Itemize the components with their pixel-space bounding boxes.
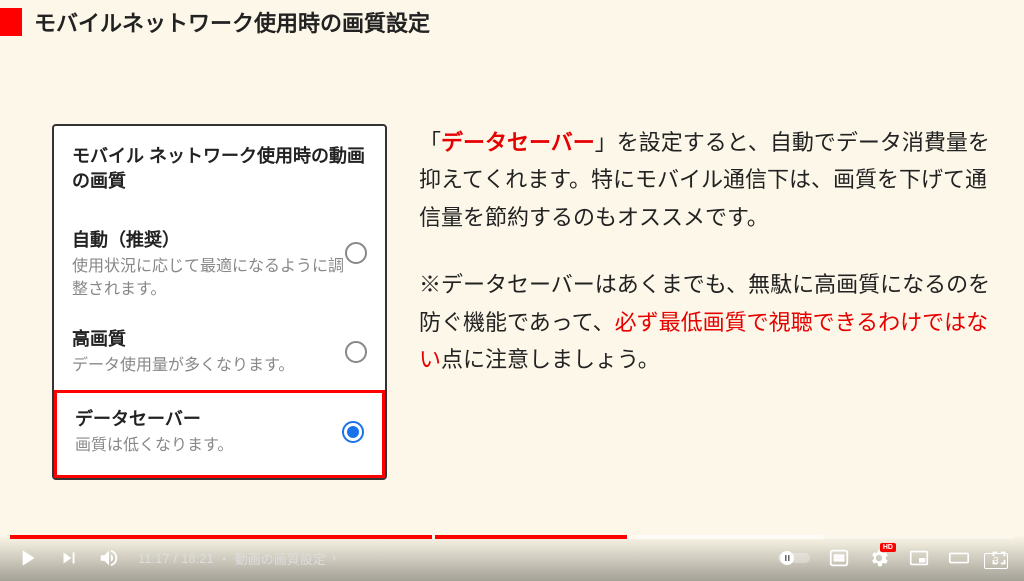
volume-icon	[98, 547, 120, 569]
option-title: 自動（推奨）	[72, 226, 345, 252]
header-accent-block	[0, 8, 22, 36]
chapter-marker	[823, 535, 826, 539]
settings-button[interactable]: HD	[868, 547, 890, 569]
chevron-right-icon	[328, 552, 340, 564]
option-desc: 画質は低くなります。	[75, 435, 342, 457]
chapter-marker	[432, 535, 435, 539]
phone-settings-panel: モバイル ネットワーク使用時の動画の画質 自動（推奨） 使用状況に応じて最適にな…	[52, 124, 387, 480]
hd-badge: HD	[880, 543, 896, 552]
option-title: 高画質	[72, 325, 345, 351]
volume-button[interactable]	[98, 547, 120, 569]
slide-header: モバイルネットワーク使用時の画質設定	[0, 0, 1024, 44]
chapter-title-link[interactable]: 動画の画質設定	[235, 549, 340, 568]
explanation-text: 「データセーバー」を設定すると、自動でデータ消費量を抑えてくれます。特にモバイル…	[419, 124, 1004, 480]
play-icon	[14, 545, 40, 571]
progress-bar[interactable]	[10, 535, 1014, 539]
option-title: データセーバー	[75, 405, 342, 431]
radio-unselected-icon[interactable]	[345, 341, 367, 363]
option-high-quality[interactable]: 高画質 データ使用量が多くなります。	[72, 313, 367, 389]
option-desc: データ使用量が多くなります。	[72, 355, 345, 377]
time-display: 11:17 / 18:21 ・ 動画の画質設定	[138, 549, 340, 568]
panel-title: モバイル ネットワーク使用時の動画の画質	[72, 144, 367, 194]
option-data-saver[interactable]: データセーバー 画質は低くなります。	[75, 405, 364, 457]
current-time: 11:17	[138, 551, 170, 566]
subtitles-icon	[828, 547, 850, 569]
miniplayer-button[interactable]	[908, 547, 930, 569]
subtitles-button[interactable]	[828, 547, 850, 569]
total-time: 18:21	[181, 551, 214, 566]
radio-selected-icon[interactable]	[342, 421, 364, 443]
chapter-marker	[632, 535, 635, 539]
next-icon	[58, 547, 80, 569]
playlist-count-badge[interactable]: 3	[984, 553, 1008, 569]
highlighted-option-box: データセーバー 画質は低くなります。	[54, 390, 385, 478]
content-area: モバイル ネットワーク使用時の動画の画質 自動（推奨） 使用状況に応じて最適にな…	[0, 44, 1024, 480]
miniplayer-icon	[908, 547, 930, 569]
option-auto[interactable]: 自動（推奨） 使用状況に応じて最適になるように調整されます。	[72, 214, 367, 313]
explanation-paragraph-2: ※データセーバーはあくまでも、無駄に高画質になるのを防ぐ機能であって、必ず最低画…	[419, 266, 1004, 378]
progress-played	[10, 535, 627, 539]
explanation-paragraph-1: 「データセーバー」を設定すると、自動でデータ消費量を抑えてくれます。特にモバイル…	[419, 124, 1004, 236]
autoplay-toggle[interactable]	[778, 549, 810, 567]
video-player-controls: 11:17 / 18:21 ・ 動画の画質設定 HD	[0, 535, 1024, 581]
highlight-data-saver: データセーバー	[441, 130, 595, 155]
theater-icon	[948, 547, 970, 569]
radio-unselected-icon[interactable]	[345, 242, 367, 264]
option-desc: 使用状況に応じて最適になるように調整されます。	[72, 256, 345, 301]
theater-mode-button[interactable]	[948, 547, 970, 569]
play-button[interactable]	[14, 545, 40, 571]
header-title: モバイルネットワーク使用時の画質設定	[34, 6, 430, 38]
next-button[interactable]	[58, 547, 80, 569]
toggle-icon	[778, 549, 810, 567]
